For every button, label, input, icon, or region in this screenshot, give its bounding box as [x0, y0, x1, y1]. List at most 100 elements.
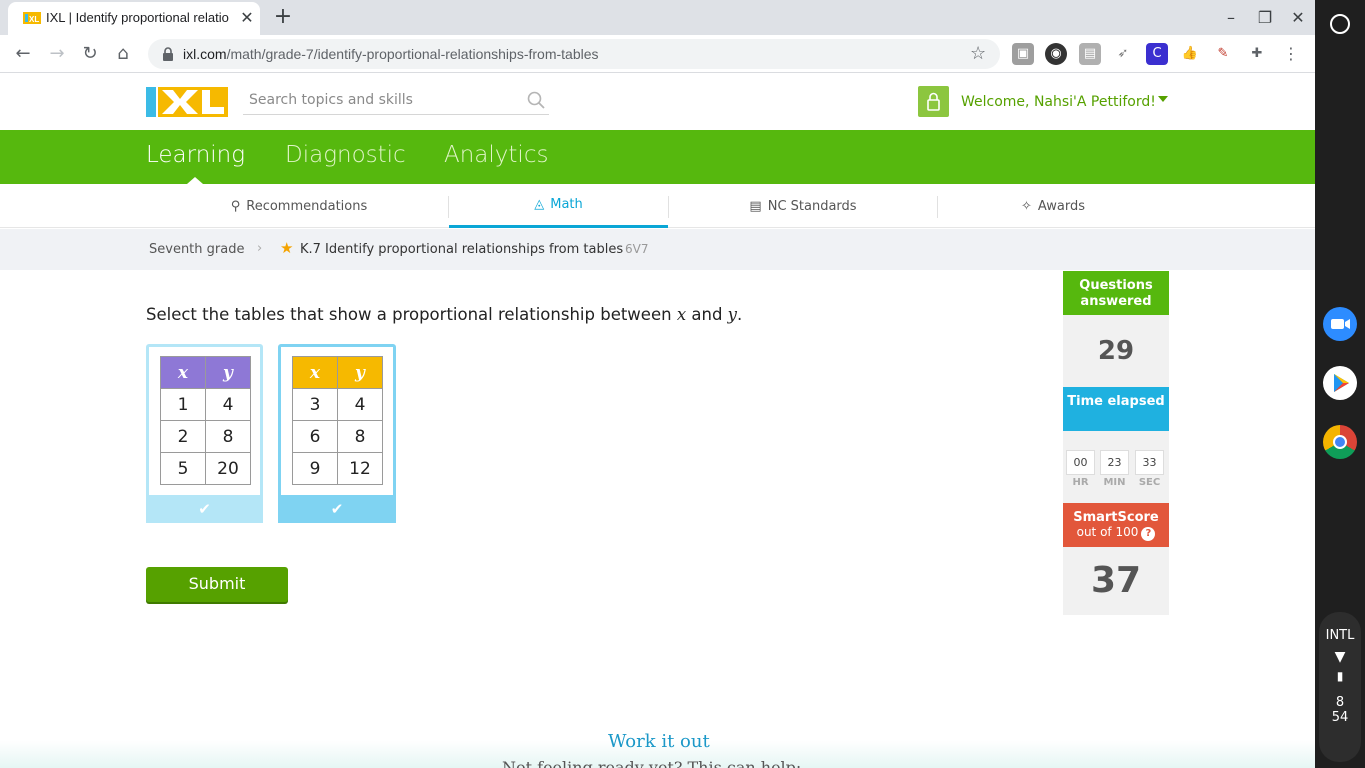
ixl-logo[interactable]	[146, 87, 228, 117]
extension-icon-4[interactable]: ➶	[1112, 43, 1134, 65]
search-box	[243, 87, 549, 115]
tab-recommendations-label: Recommendations	[246, 198, 368, 214]
tab-title: IXL | Identify proportional relatio	[46, 10, 229, 25]
tab-close-icon[interactable]: ✕	[237, 8, 257, 28]
table-cell: 20	[205, 452, 251, 485]
standards-document-icon: ▤	[749, 198, 762, 214]
tab-awards[interactable]: ✧ Awards	[938, 184, 1168, 228]
nav-learning[interactable]: Learning	[146, 142, 245, 168]
reload-icon[interactable]: ↻	[76, 40, 104, 68]
play-store-icon[interactable]	[1323, 366, 1357, 400]
restore-icon[interactable]: ❐	[1251, 6, 1279, 30]
checkmark-icon: ✔	[146, 495, 263, 523]
table-cell: 4	[205, 388, 251, 421]
choice-card: x y 1 4 2 8 5 20	[149, 347, 260, 496]
back-icon[interactable]: ←	[9, 40, 37, 68]
url-host: ixl.com	[183, 46, 227, 62]
answer-choice-1[interactable]: x y 1 4 2 8 5 20 ✔	[146, 344, 263, 523]
extensions-puzzle-icon[interactable]: ✚	[1246, 43, 1268, 65]
bookmark-star-icon[interactable]: ☆	[970, 43, 986, 64]
math-pyramid-icon: ◬	[534, 197, 545, 212]
welcome-text[interactable]: Welcome, Nahsi'A Pettiford!	[961, 94, 1156, 110]
chrome-app-icon[interactable]	[1323, 425, 1357, 459]
proportion-table: x y 3 4 6 8 9 12	[292, 356, 383, 485]
url-text: ixl.com/math/grade-7/identify-proportion…	[183, 46, 599, 62]
table-header-y: y	[337, 356, 383, 389]
nav-analytics[interactable]: Analytics	[444, 142, 548, 168]
time-hours: 00	[1066, 450, 1095, 475]
extension-icon-1[interactable]: ▣	[1012, 43, 1034, 65]
extension-icon-3[interactable]: ▤	[1079, 43, 1101, 65]
ixl-header: Welcome, Nahsi'A Pettiford!	[0, 74, 1315, 130]
extension-icon-2[interactable]: ◉	[1045, 43, 1067, 65]
home-icon[interactable]: ⌂	[109, 40, 137, 68]
submit-button[interactable]: Submit	[146, 567, 288, 602]
browser-window: XL IXL | Identify proportional relatio ✕…	[0, 0, 1315, 768]
table-cell: 2	[160, 420, 206, 453]
zoom-app-icon[interactable]	[1323, 307, 1357, 341]
launcher-icon[interactable]	[1330, 14, 1350, 34]
browser-tab-ixl[interactable]: XL IXL | Identify proportional relatio ✕	[8, 2, 260, 35]
smartscore-label: SmartScore	[1073, 510, 1159, 525]
table-cell: 3	[292, 388, 338, 421]
svg-text:XL: XL	[29, 15, 39, 24]
video-camera-icon	[1331, 319, 1350, 329]
smartscore-value: 37	[1063, 547, 1169, 615]
choice-card: x y 3 4 6 8 9 12	[281, 347, 393, 496]
address-bar[interactable]: ixl.com/math/grade-7/identify-proportion…	[148, 39, 1000, 69]
ime-indicator: INTL	[1325, 628, 1355, 643]
awards-icon: ✧	[1020, 198, 1032, 214]
tab-nc-standards[interactable]: ▤ NC Standards	[669, 184, 937, 228]
checkmark-icon: ✔	[278, 495, 396, 523]
clock-hour: 8	[1335, 695, 1345, 710]
star-icon: ★	[280, 239, 294, 257]
time-elapsed-label: Time elapsed	[1063, 387, 1169, 431]
table-header-y: y	[205, 356, 251, 389]
sub-nav: ⚲ Recommendations ◬ Math ▤ NC Standards …	[0, 184, 1315, 228]
table-cell: 8	[337, 420, 383, 453]
not-feeling-ready-text: Not feeling ready yet? This can help:	[502, 758, 802, 768]
chevron-down-icon[interactable]	[1158, 96, 1168, 102]
time-minutes: 23	[1100, 450, 1129, 475]
tab-recommendations[interactable]: ⚲ Recommendations	[160, 184, 438, 228]
var-y: y	[727, 305, 737, 324]
tab-math[interactable]: ◬ Math	[449, 184, 668, 228]
breadcrumb: Seventh grade › ★ K.7 Identify proportio…	[0, 229, 1315, 270]
search-input[interactable]	[243, 87, 513, 113]
forward-icon[interactable]: →	[43, 40, 71, 68]
tab-awards-label: Awards	[1037, 198, 1085, 214]
chevron-right-icon: ›	[257, 241, 263, 256]
nav-diagnostic[interactable]: Diagnostic	[285, 142, 406, 168]
status-tray[interactable]: INTL ▼ ▮ 8 54	[1319, 612, 1361, 762]
help-icon[interactable]: ?	[1141, 527, 1156, 541]
avatar[interactable]	[918, 86, 949, 117]
new-tab-button[interactable]: +	[272, 4, 294, 30]
time-hours-label: HR	[1072, 477, 1089, 488]
breadcrumb-grade[interactable]: Seventh grade	[149, 242, 244, 257]
wifi-icon: ▼	[1334, 649, 1346, 665]
smartscore-sub-text: out of 100	[1076, 525, 1139, 539]
thumbs-up-extension-icon[interactable]: 👍	[1179, 43, 1201, 65]
work-it-out-heading: Work it out	[608, 731, 710, 752]
tab-nc-standards-label: NC Standards	[767, 198, 857, 214]
battery-icon: ▮	[1336, 669, 1344, 683]
search-icon[interactable]	[527, 91, 545, 109]
url-path: /math/grade-7/identify-proportional-rela…	[226, 46, 599, 62]
breadcrumb-skill: K.7 Identify proportional relationships …	[300, 242, 624, 257]
window-close-icon[interactable]: ✕	[1284, 6, 1312, 30]
minimize-icon[interactable]: –	[1217, 6, 1245, 30]
question-prompt: Select the tables that show a proportion…	[146, 305, 742, 324]
time-minutes-label: MIN	[1103, 477, 1126, 488]
extension-icon-5[interactable]: C	[1146, 43, 1168, 65]
active-nav-pointer	[187, 177, 203, 184]
prompt-text: Select the tables that show a proportion…	[146, 305, 677, 324]
table-cell: 8	[205, 420, 251, 453]
time-seconds: 33	[1135, 450, 1164, 475]
time-seconds-label: SEC	[1138, 477, 1161, 488]
prompt-and: and	[686, 305, 728, 324]
lock-icon	[163, 47, 173, 61]
browser-menu-icon[interactable]: ⋮	[1280, 43, 1302, 65]
answer-choice-2[interactable]: x y 3 4 6 8 9 12 ✔	[278, 344, 396, 523]
ixl-favicon-icon: XL	[23, 12, 41, 24]
extension-icon-7[interactable]: ✎	[1212, 43, 1234, 65]
